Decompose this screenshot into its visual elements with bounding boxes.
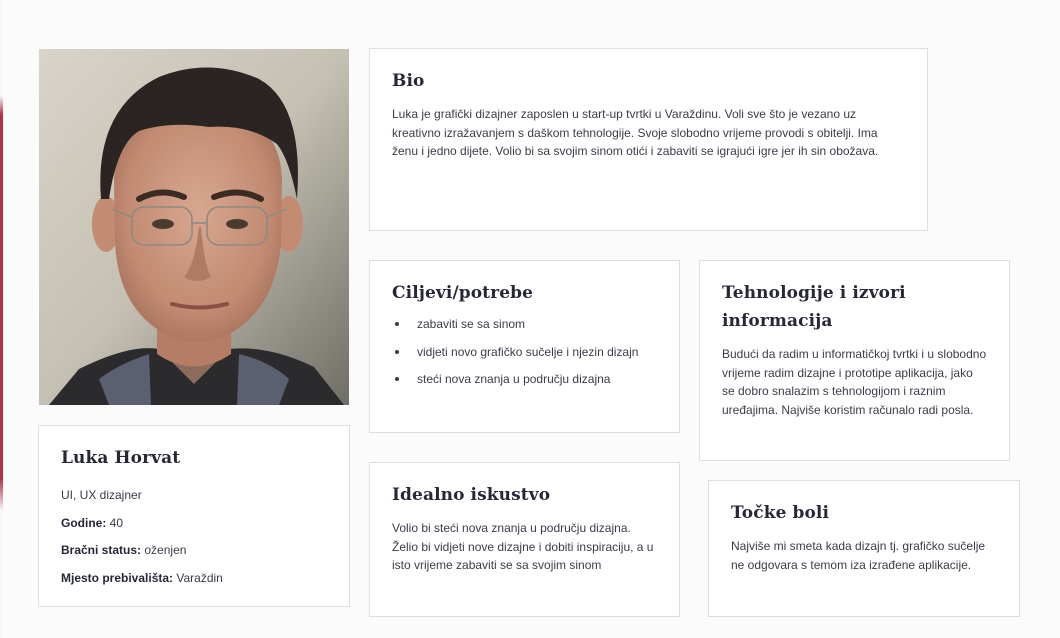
age-value: 40 xyxy=(109,515,124,530)
goals-title: Ciljevi/potrebe xyxy=(392,283,534,303)
technology-title: Tehnologije i izvori informacija xyxy=(722,283,906,331)
persona-age: Godine: 40 xyxy=(61,510,327,538)
pain-points-text: Najviše mi smeta kada dizajn tj. grafičk… xyxy=(731,539,986,572)
ideal-experience-text: Volio bi steći nova znanja u području di… xyxy=(392,521,654,572)
residence-value: Varaždin xyxy=(176,570,223,585)
bio-title: Bio xyxy=(392,71,425,91)
age-label: Godine: xyxy=(61,515,107,530)
bio-text: Luka je grafički dizajner zaposlen u sta… xyxy=(392,107,879,158)
residence-label: Mjesto prebivališta: xyxy=(61,570,174,585)
left-edge-accent xyxy=(0,0,3,638)
marital-label: Bračni status: xyxy=(61,543,142,557)
profile-photo xyxy=(39,49,349,405)
goals-list: zabaviti se sa sinom vidjeti novo grafič… xyxy=(392,315,657,389)
technology-text: Budući da radim u informatičkoj tvrtki i… xyxy=(722,347,987,417)
profile-card: Luka Horvat UI, UX dizajner Godine: 40 B… xyxy=(38,425,350,607)
marital-value: oženjen xyxy=(144,543,187,557)
list-item: steći nova znanja u području dizajna xyxy=(392,370,657,389)
pain-points-title: Točke boli xyxy=(731,503,830,523)
ideal-experience-title: Idealno iskustvo xyxy=(392,485,551,505)
goals-card: Ciljevi/potrebe zabaviti se sa sinom vid… xyxy=(369,260,680,433)
list-item: vidjeti novo grafičko sučelje i njezin d… xyxy=(392,343,657,362)
persona-residence: Mjesto prebivališta: Varaždin xyxy=(61,565,327,593)
persona-marital-status: Bračni status: oženjen xyxy=(61,537,327,565)
persona-name: Luka Horvat xyxy=(61,448,181,468)
ideal-experience-card: Idealno iskustvo Volio bi steći nova zna… xyxy=(369,462,680,617)
technology-card: Tehnologije i izvori informacija Budući … xyxy=(699,260,1010,461)
pain-points-card: Točke boli Najviše mi smeta kada dizajn … xyxy=(708,480,1020,617)
persona-page: Luka Horvat UI, UX dizajner Godine: 40 B… xyxy=(0,0,1060,638)
persona-role: UI, UX dizajner xyxy=(61,488,142,502)
bio-card: Bio Luka je grafički dizajner zaposlen u… xyxy=(369,48,928,231)
portrait-illustration xyxy=(39,49,349,405)
list-item: zabaviti se sa sinom xyxy=(392,315,657,334)
